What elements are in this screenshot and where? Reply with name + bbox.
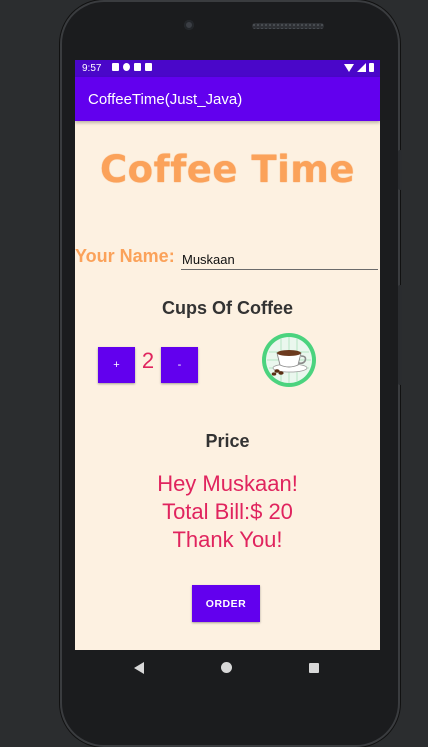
summary-thanks: Thank You! — [172, 527, 283, 552]
back-icon[interactable] — [134, 662, 144, 674]
navigation-bar — [75, 650, 380, 686]
recents-icon[interactable] — [309, 663, 319, 673]
signal-icon — [357, 63, 366, 72]
summary-total: Total Bill:$ 20 — [162, 499, 293, 524]
app-bar: CoffeeTime(Just_Java) — [75, 77, 380, 121]
home-icon[interactable] — [221, 662, 232, 673]
app-title: CoffeeTime(Just_Java) — [88, 91, 243, 108]
wifi-icon — [344, 63, 354, 72]
increment-button[interactable]: + — [98, 347, 135, 383]
status-time: 9:57 — [82, 63, 102, 74]
summary-greeting: Hey Muskaan! — [157, 471, 298, 496]
notification-icon — [112, 63, 119, 71]
price-heading: Price — [205, 431, 250, 451]
battery-icon — [369, 63, 374, 72]
status-right-icons — [344, 63, 374, 72]
sync-icon — [123, 63, 130, 71]
coffee-cup-icon — [262, 333, 316, 387]
hero-title: Coffee Time — [100, 148, 355, 191]
decrement-button[interactable]: - — [161, 347, 198, 383]
power-button — [398, 285, 402, 385]
storage-icon — [145, 63, 152, 71]
sd-card-icon — [134, 63, 141, 71]
front-camera — [184, 20, 194, 30]
status-left-icons — [112, 63, 152, 71]
cups-heading: Cups Of Coffee — [161, 298, 293, 318]
status-bar: 9:57 — [75, 60, 380, 77]
quantity-value: 2 — [141, 348, 155, 373]
name-label: Your Name: — [75, 246, 175, 266]
order-button[interactable]: ORDER — [192, 585, 260, 622]
order-summary: Hey Muskaan! Total Bill:$ 20 Thank You! — [75, 470, 380, 554]
name-input[interactable] — [181, 249, 378, 270]
app-screen: 9:57 CoffeeTime(Just_Java) Coffee Time Y… — [75, 60, 380, 650]
earpiece-speaker — [252, 23, 324, 29]
volume-button — [398, 150, 402, 190]
